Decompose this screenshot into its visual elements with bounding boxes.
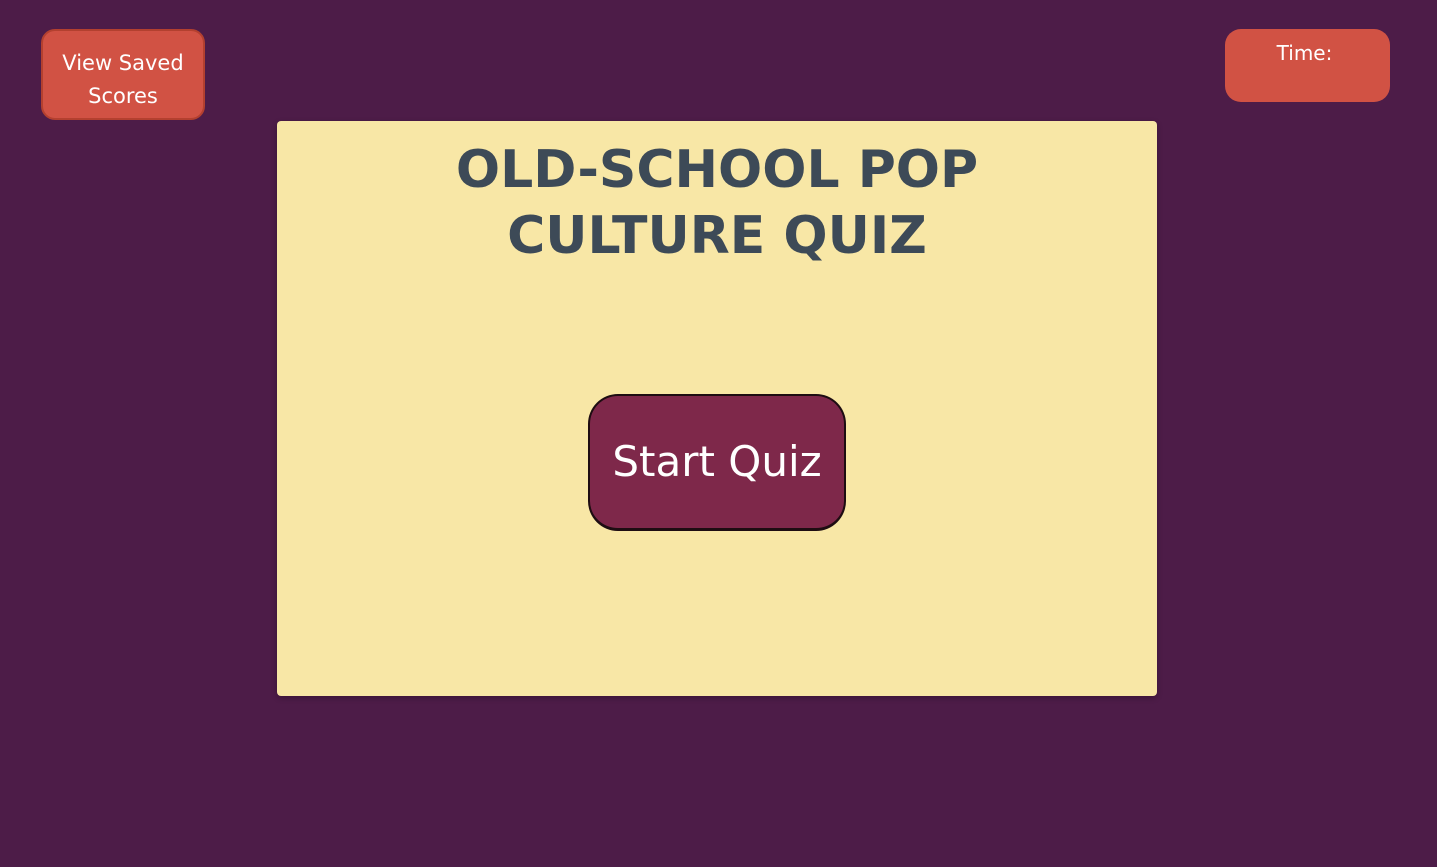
quiz-card: Old-School Pop Culture Quiz Start Quiz	[277, 121, 1157, 696]
page-title: Old-School Pop Culture Quiz	[455, 140, 979, 266]
view-saved-scores-button[interactable]: View Saved Scores	[41, 29, 205, 120]
page: View Saved Scores Time: Old-School Pop C…	[0, 0, 1437, 867]
timer-label: Time:	[1276, 41, 1333, 65]
start-quiz-button[interactable]: Start Quiz	[588, 394, 846, 531]
timer-display: Time:	[1225, 29, 1390, 102]
